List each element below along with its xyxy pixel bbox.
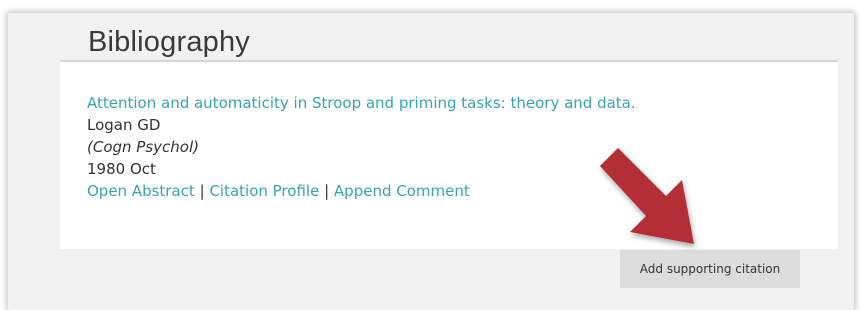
citation-title-link[interactable]: Attention and automaticity in Stroop and… [87,94,636,112]
citation-journal: (Cogn Psychol) [87,138,199,156]
bibliography-heading: Bibliography [88,26,250,58]
arrow-shape [600,148,694,244]
citation-profile-link[interactable]: Citation Profile [209,182,319,200]
citation-authors: Logan GD [87,116,161,134]
action-separator: | [199,182,205,200]
action-separator: | [324,182,330,200]
citation-date: 1980 Oct [87,160,156,178]
append-comment-link[interactable]: Append Comment [334,182,470,200]
citation-entry: Attention and automaticity in Stroop and… [87,92,636,202]
add-supporting-citation-button[interactable]: Add supporting citation [620,250,800,288]
citation-actions: Open Abstract | Citation Profile | Appen… [87,180,636,202]
open-abstract-link[interactable]: Open Abstract [87,182,195,200]
arrow-down-right-icon [600,148,694,244]
citation-card: Attention and automaticity in Stroop and… [60,62,838,249]
